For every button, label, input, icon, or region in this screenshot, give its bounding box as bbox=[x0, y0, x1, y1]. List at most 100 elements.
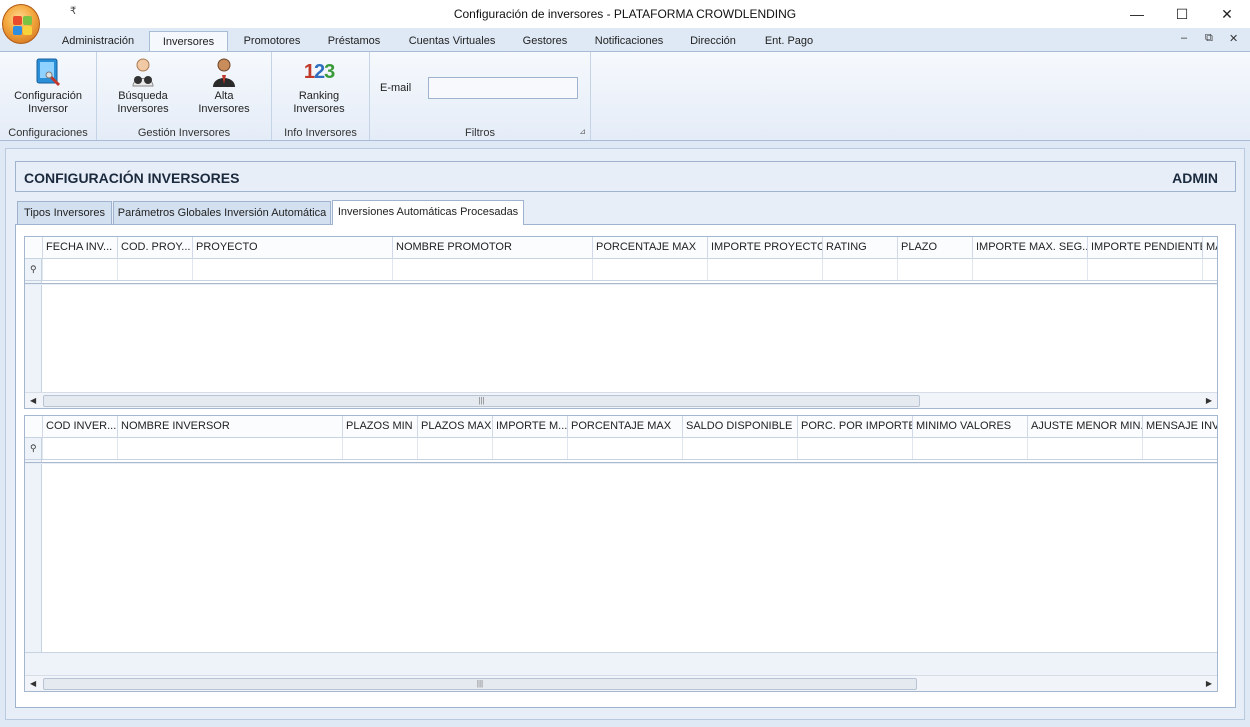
mdi-restore-icon[interactable]: ⧉ bbox=[1205, 32, 1213, 45]
application-menu-orb-icon[interactable] bbox=[2, 4, 40, 44]
filter-cell[interactable] bbox=[192, 259, 392, 280]
filter-pin-icon: ⚲ bbox=[30, 443, 37, 453]
email-input[interactable] bbox=[428, 77, 578, 99]
minimize-button[interactable]: — bbox=[1114, 0, 1160, 28]
page-title: CONFIGURACIÓN INVERSORES bbox=[24, 170, 240, 186]
column-header[interactable]: COD INVER... bbox=[42, 416, 117, 438]
filter-cell[interactable] bbox=[417, 438, 492, 459]
mdi-minimize-icon[interactable]: – bbox=[1181, 32, 1187, 44]
filter-cell[interactable] bbox=[972, 259, 1087, 280]
column-header[interactable]: MINIMO VALORES bbox=[912, 416, 1027, 438]
filter-cell[interactable] bbox=[897, 259, 972, 280]
ribbon-tab-administracion[interactable]: Administración bbox=[52, 31, 144, 51]
ribbon-group-configuraciones: Configuración Inversor Configuraciones bbox=[0, 52, 97, 140]
filter-cell[interactable] bbox=[912, 438, 1027, 459]
filter-cell[interactable] bbox=[1087, 259, 1202, 280]
ribbon-tab-gestores[interactable]: Gestores bbox=[512, 31, 578, 51]
filter-cell[interactable] bbox=[117, 438, 342, 459]
filter-cell[interactable] bbox=[1142, 438, 1217, 459]
column-header[interactable]: COD. PROY... bbox=[117, 237, 192, 259]
ribbon-tab-cuentas-virtuales[interactable]: Cuentas Virtuales bbox=[398, 31, 506, 51]
column-header[interactable]: NOMBRE INVERSOR bbox=[117, 416, 342, 438]
column-header[interactable]: IMPORTE PROYECTO bbox=[707, 237, 822, 259]
scroll-left-icon[interactable]: ◀ bbox=[30, 677, 36, 691]
filter-cell[interactable] bbox=[42, 438, 117, 459]
filter-cell[interactable] bbox=[392, 259, 592, 280]
ranking-digit-1: 1 bbox=[303, 61, 315, 83]
ribbon-tab-ent-pago[interactable]: Ent. Pago bbox=[754, 31, 824, 51]
configuracion-inversor-button[interactable]: Configuración Inversor bbox=[8, 56, 88, 116]
grid-header: COD INVER... NOMBRE INVERSOR PLAZOS MIN … bbox=[25, 416, 1217, 438]
ribbon-tab-prestamos[interactable]: Préstamos bbox=[318, 31, 390, 51]
filter-cell[interactable] bbox=[822, 259, 897, 280]
column-header[interactable]: PLAZOS MAX bbox=[417, 416, 492, 438]
filter-cell[interactable] bbox=[797, 438, 912, 459]
filter-cell[interactable] bbox=[342, 438, 417, 459]
ribbon-tab-inversores[interactable]: Inversores bbox=[149, 31, 228, 52]
ribbon-group-gestion-inversores: Búsqueda Inversores Alta Inversores Gest… bbox=[97, 52, 272, 140]
filter-pin-icon: ⚲ bbox=[30, 264, 37, 274]
filter-cell[interactable] bbox=[707, 259, 822, 280]
ranking-inversores-label-1: Ranking bbox=[298, 90, 340, 102]
column-header[interactable]: PROYECTO bbox=[192, 237, 392, 259]
column-header[interactable]: PLAZO bbox=[897, 237, 972, 259]
ribbon-tab-direccion[interactable]: Dirección bbox=[680, 31, 746, 51]
scroll-right-icon[interactable]: ▶ bbox=[1206, 394, 1212, 408]
busqueda-inversores-button[interactable]: Búsqueda Inversores bbox=[109, 56, 177, 116]
busqueda-inversores-label-1: Búsqueda bbox=[118, 90, 168, 102]
column-header[interactable]: MENSAJE INVER bbox=[1142, 416, 1217, 438]
filter-cell[interactable] bbox=[492, 438, 567, 459]
mdi-close-icon[interactable]: ✕ bbox=[1229, 32, 1238, 45]
column-header[interactable]: MA bbox=[1202, 237, 1217, 259]
filter-cell[interactable] bbox=[567, 438, 682, 459]
filter-row bbox=[25, 259, 1217, 281]
scroll-left-icon[interactable]: ◀ bbox=[30, 394, 36, 408]
scroll-right-icon[interactable]: ▶ bbox=[1206, 677, 1212, 691]
column-header[interactable]: FECHA INV... bbox=[42, 237, 117, 259]
horizontal-scrollbar[interactable]: ◀ ||| ▶ bbox=[25, 392, 1217, 408]
column-header[interactable]: RATING bbox=[822, 237, 897, 259]
tab-tipos-inversores[interactable]: Tipos Inversores bbox=[17, 201, 112, 224]
tab-inversiones-automaticas-procesadas[interactable]: Inversiones Automáticas Procesadas bbox=[332, 200, 524, 225]
title-bar: ₹ Configuración de inversores - PLATAFOR… bbox=[0, 0, 1250, 28]
email-label: E-mail bbox=[380, 82, 412, 94]
grid-inversiones-procesadas: FECHA INV... COD. PROY... PROYECTO NOMBR… bbox=[24, 236, 1218, 409]
horizontal-scrollbar[interactable]: ◀ ||| ▶ bbox=[25, 675, 1217, 691]
grid-inversores: COD INVER... NOMBRE INVERSOR PLAZOS MIN … bbox=[24, 415, 1218, 692]
person-add-icon bbox=[208, 56, 240, 88]
column-header[interactable]: NOMBRE PROMOTOR bbox=[392, 237, 592, 259]
filter-cell[interactable] bbox=[42, 259, 117, 280]
column-header[interactable]: PORCENTAJE MAX bbox=[567, 416, 682, 438]
alta-inversores-label-1: Alta bbox=[214, 90, 234, 102]
column-header[interactable]: PLAZOS MIN bbox=[342, 416, 417, 438]
ribbon-tab-notificaciones[interactable]: Notificaciones bbox=[586, 31, 672, 51]
maximize-button[interactable]: ☐ bbox=[1159, 0, 1205, 28]
column-header[interactable]: SALDO DISPONIBLE bbox=[682, 416, 797, 438]
ribbon-group-filtros: E-mail Filtros ⊿ bbox=[370, 52, 591, 140]
busqueda-inversores-label-2: Inversores bbox=[117, 103, 169, 115]
ribbon-tab-promotores[interactable]: Promotores bbox=[234, 31, 310, 51]
ranking-inversores-button[interactable]: 123 Ranking Inversores bbox=[284, 56, 354, 116]
column-header[interactable]: PORC. POR IMPORTE bbox=[797, 416, 912, 438]
filter-cell[interactable] bbox=[592, 259, 707, 280]
tab-parametros-globales[interactable]: Parámetros Globales Inversión Automática bbox=[113, 201, 331, 224]
dialog-launcher-icon[interactable]: ⊿ bbox=[579, 127, 586, 136]
alta-inversores-button[interactable]: Alta Inversores bbox=[189, 56, 259, 116]
scroll-thumb[interactable]: ||| bbox=[43, 395, 920, 407]
column-header[interactable]: IMPORTE M... bbox=[492, 416, 567, 438]
grid-separator bbox=[25, 283, 1217, 285]
scroll-thumb[interactable]: ||| bbox=[43, 678, 917, 690]
filter-cell[interactable] bbox=[682, 438, 797, 459]
column-header[interactable]: IMPORTE MAX. SEG... bbox=[972, 237, 1087, 259]
window-title: Configuración de inversores - PLATAFORMA… bbox=[453, 7, 797, 21]
column-header[interactable]: AJUSTE MENOR MIN. bbox=[1027, 416, 1142, 438]
close-button[interactable]: ✕ bbox=[1204, 0, 1250, 28]
panel-header: CONFIGURACIÓN INVERSORES ADMIN bbox=[15, 161, 1236, 192]
binoculars-person-icon bbox=[127, 56, 159, 88]
column-header[interactable]: PORCENTAJE MAX bbox=[592, 237, 707, 259]
filter-cell[interactable] bbox=[1202, 259, 1217, 280]
filter-cell[interactable] bbox=[1027, 438, 1142, 459]
ribbon-group-info-inversores: 123 Ranking Inversores Info Inversores bbox=[272, 52, 370, 140]
column-header[interactable]: IMPORTE PENDIENTE bbox=[1087, 237, 1202, 259]
filter-cell[interactable] bbox=[117, 259, 192, 280]
